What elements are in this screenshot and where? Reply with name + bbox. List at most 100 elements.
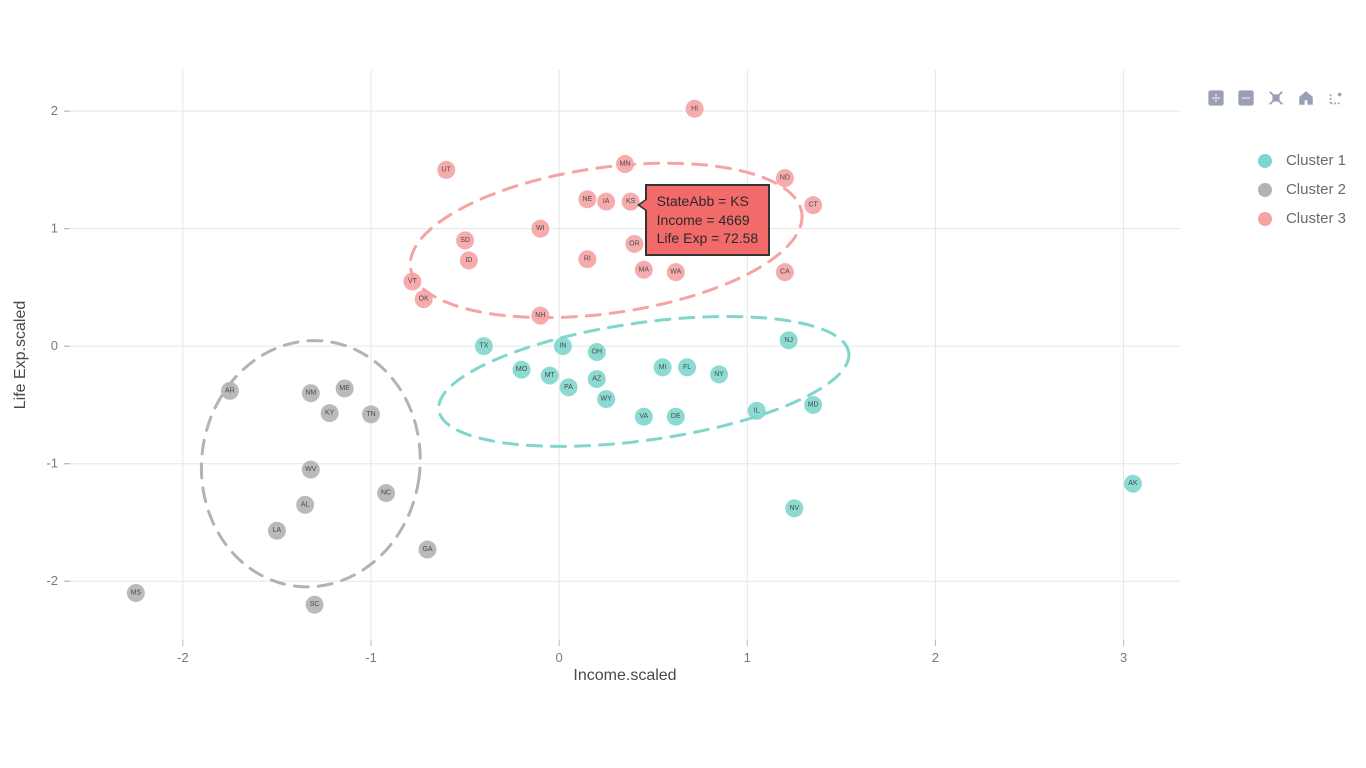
data-point[interactable]: MS xyxy=(127,584,145,602)
data-point[interactable]: UT xyxy=(437,161,455,179)
svg-text:MS: MS xyxy=(131,589,142,596)
svg-text:WV: WV xyxy=(305,466,317,473)
x-axis-title: Income.scaled xyxy=(573,667,676,684)
data-point[interactable]: IA xyxy=(597,193,615,211)
svg-text:LA: LA xyxy=(273,527,282,534)
data-point[interactable]: DE xyxy=(667,408,685,426)
svg-text:SC: SC xyxy=(310,601,320,608)
tooltip-line: Life Exp = 72.58 xyxy=(657,229,759,248)
data-point[interactable]: NH xyxy=(531,307,549,325)
tooltip-line: Income = 4669 xyxy=(657,211,759,230)
svg-text:MD: MD xyxy=(808,401,819,408)
scatter-plot[interactable]: -2-10123-2-1012TXINMOOHMTPAAZWYMIFLVADEN… xyxy=(70,70,1180,640)
svg-text:AK: AK xyxy=(1128,480,1138,487)
svg-text:NM: NM xyxy=(305,390,316,397)
data-point[interactable]: MI xyxy=(654,358,672,376)
zoom-out-icon[interactable] xyxy=(1236,88,1256,108)
data-point[interactable]: LA xyxy=(268,522,286,540)
data-point[interactable]: SD xyxy=(456,231,474,249)
data-point[interactable]: TN xyxy=(362,405,380,423)
svg-text:OH: OH xyxy=(592,349,603,356)
svg-text:IN: IN xyxy=(559,343,566,350)
data-point[interactable]: MO xyxy=(513,361,531,379)
data-point[interactable]: ND xyxy=(776,169,794,187)
autoscale-icon[interactable] xyxy=(1266,88,1286,108)
svg-text:ND: ND xyxy=(780,175,790,182)
data-point[interactable]: VA xyxy=(635,408,653,426)
svg-text:VT: VT xyxy=(408,278,418,285)
svg-text:ID: ID xyxy=(465,257,472,264)
legend: Cluster 1 Cluster 2 Cluster 3 xyxy=(1258,140,1346,239)
data-point[interactable]: NJ xyxy=(780,331,798,349)
svg-text:0: 0 xyxy=(51,338,58,353)
data-point[interactable]: VT xyxy=(403,273,421,291)
data-point[interactable]: NC xyxy=(377,484,395,502)
legend-dot-icon xyxy=(1258,154,1272,168)
data-point[interactable]: NY xyxy=(710,365,728,383)
data-point[interactable]: OH xyxy=(588,343,606,361)
data-point[interactable]: AR xyxy=(221,382,239,400)
svg-text:TX: TX xyxy=(479,343,488,350)
data-point[interactable]: ME xyxy=(336,379,354,397)
legend-item-cluster-1[interactable]: Cluster 1 xyxy=(1258,152,1346,169)
svg-text:KY: KY xyxy=(325,410,335,417)
data-point[interactable]: IN xyxy=(554,337,572,355)
legend-label: Cluster 2 xyxy=(1286,181,1346,198)
data-point[interactable]: OR xyxy=(625,235,643,253)
data-point[interactable]: MN xyxy=(616,155,634,173)
data-point[interactable]: ID xyxy=(460,251,478,269)
data-point[interactable]: CA xyxy=(776,263,794,281)
svg-text:CA: CA xyxy=(780,269,790,276)
data-point[interactable]: WA xyxy=(667,263,685,281)
data-point[interactable]: AK xyxy=(1124,475,1142,493)
data-point[interactable]: NE xyxy=(578,190,596,208)
data-point[interactable]: OK xyxy=(415,290,433,308)
svg-text:NE: NE xyxy=(583,196,593,203)
svg-text:NJ: NJ xyxy=(784,337,793,344)
legend-item-cluster-3[interactable]: Cluster 3 xyxy=(1258,210,1346,227)
data-point[interactable]: MA xyxy=(635,261,653,279)
data-point[interactable]: AZ xyxy=(588,370,606,388)
svg-text:NV: NV xyxy=(789,505,799,512)
svg-text:AL: AL xyxy=(301,501,310,508)
svg-text:ME: ME xyxy=(339,385,350,392)
data-point[interactable]: MT xyxy=(541,367,559,385)
data-point[interactable]: IL xyxy=(748,402,766,420)
svg-text:GA: GA xyxy=(422,546,432,553)
tooltip-line: StateAbb = KS xyxy=(657,192,759,211)
svg-text:WA: WA xyxy=(670,269,681,276)
data-point[interactable]: PA xyxy=(560,378,578,396)
svg-text:MO: MO xyxy=(516,366,528,373)
data-point[interactable]: WY xyxy=(597,390,615,408)
data-point[interactable]: AL xyxy=(296,496,314,514)
data-point[interactable]: MD xyxy=(804,396,822,414)
data-point[interactable]: NV xyxy=(785,499,803,517)
data-point[interactable]: CT xyxy=(804,196,822,214)
data-point[interactable]: GA xyxy=(418,541,436,559)
spike-lines-icon[interactable] xyxy=(1326,88,1346,108)
svg-text:NC: NC xyxy=(381,490,391,497)
data-point[interactable]: WV xyxy=(302,461,320,479)
cluster-ellipse xyxy=(431,294,857,468)
data-point[interactable]: HI xyxy=(686,100,704,118)
data-point[interactable]: KY xyxy=(321,404,339,422)
data-point[interactable]: WI xyxy=(531,220,549,238)
home-icon[interactable] xyxy=(1296,88,1316,108)
svg-text:DE: DE xyxy=(671,413,681,420)
svg-text:NY: NY xyxy=(714,371,724,378)
y-axis-title: Life Exp.scaled xyxy=(12,301,29,410)
legend-item-cluster-2[interactable]: Cluster 2 xyxy=(1258,181,1346,198)
data-point[interactable]: TX xyxy=(475,337,493,355)
data-point[interactable]: RI xyxy=(578,250,596,268)
svg-text:IL: IL xyxy=(754,407,760,414)
svg-text:UT: UT xyxy=(442,166,452,173)
data-point[interactable]: NM xyxy=(302,384,320,402)
svg-text:WI: WI xyxy=(536,225,545,232)
plot-toolbar xyxy=(1206,88,1346,108)
data-point[interactable]: FL xyxy=(678,358,696,376)
svg-text:CT: CT xyxy=(808,202,818,209)
zoom-in-icon[interactable] xyxy=(1206,88,1226,108)
svg-text:MI: MI xyxy=(659,364,667,371)
data-point[interactable]: SC xyxy=(306,596,324,614)
svg-text:AZ: AZ xyxy=(592,376,602,383)
